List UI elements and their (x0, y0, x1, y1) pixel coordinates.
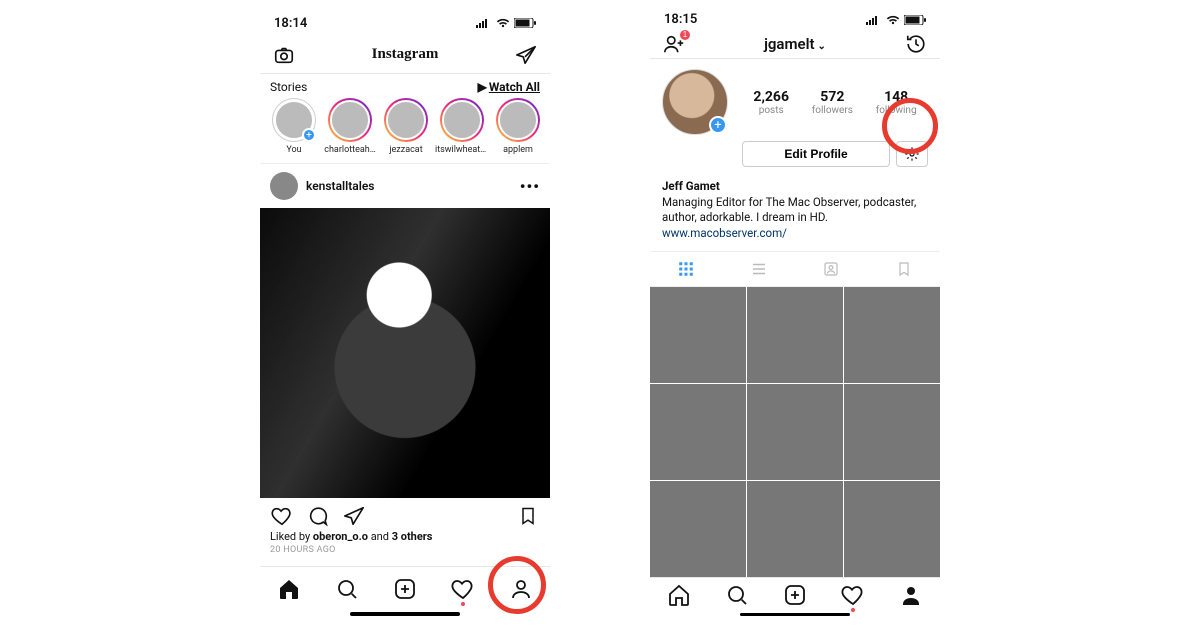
profile-header: + 2,266 posts 572 followers 148 followin… (650, 59, 940, 173)
stories-tray[interactable]: + You charlotteah… jezzacat itswilwheato… (260, 96, 550, 164)
story-item[interactable]: applem (490, 98, 546, 155)
grid-post[interactable] (650, 384, 746, 480)
grid-post[interactable] (650, 481, 746, 577)
stories-header: Stories ▶ Watch All (260, 74, 550, 96)
grid-post[interactable] (747, 384, 843, 480)
edit-profile-button[interactable]: Edit Profile (742, 141, 890, 167)
tab-profile[interactable] (508, 576, 534, 602)
post-image[interactable] (260, 208, 550, 498)
chevron-down-icon: ⌄ (818, 41, 826, 52)
direct-message-icon[interactable] (514, 43, 538, 67)
post-author-avatar[interactable] (270, 172, 298, 200)
battery-icon (514, 18, 536, 28)
post-timestamp: 20 HOURS AGO (260, 543, 550, 559)
tab-activity[interactable] (450, 576, 476, 602)
cellular-icon (476, 18, 492, 28)
tab-search[interactable] (334, 576, 360, 602)
stat-followers[interactable]: 572 followers (812, 89, 853, 116)
stat-following[interactable]: 148 following (876, 89, 917, 116)
status-bar: 18:15 (650, 10, 940, 30)
notification-badge: 1 (679, 29, 691, 41)
story-item[interactable]: itswilwheaton (434, 98, 490, 155)
discover-people-icon[interactable]: 1 (662, 32, 686, 56)
tagged-tab[interactable] (795, 252, 868, 286)
story-item[interactable]: charlotteah… (322, 98, 378, 155)
tab-search[interactable] (724, 582, 750, 608)
status-right (476, 18, 536, 28)
profile-stats: 2,266 posts 572 followers 148 following (742, 89, 928, 116)
cellular-icon (866, 15, 882, 25)
grid-post[interactable] (747, 287, 843, 383)
top-bar: 1 jgamelt⌄ (650, 30, 940, 59)
post-actions (260, 498, 550, 530)
saved-tab[interactable] (868, 252, 941, 286)
stat-posts[interactable]: 2,266 posts (753, 89, 789, 116)
grid-post[interactable] (844, 287, 940, 383)
profile-screen: 18:15 1 jgamelt⌄ + 2,266 posts (650, 10, 940, 620)
grid-view-tab[interactable] (650, 252, 723, 286)
story-you[interactable]: + You (266, 98, 322, 155)
tab-home[interactable] (666, 582, 692, 608)
battery-icon (904, 15, 926, 25)
profile-view-tabs (650, 251, 940, 287)
grid-post[interactable] (844, 384, 940, 480)
profile-bio: Jeff Gamet Managing Editor for The Mac O… (650, 173, 940, 251)
archive-icon[interactable] (904, 32, 928, 56)
status-time: 18:14 (274, 16, 307, 31)
profile-display-name: Jeff Gamet (662, 179, 928, 195)
camera-icon[interactable] (272, 43, 296, 67)
add-story-icon: + (709, 116, 727, 134)
profile-link[interactable]: www.macobserver.com/ (662, 226, 787, 240)
settings-button[interactable] (896, 141, 928, 167)
grid-post[interactable] (650, 287, 746, 383)
home-indicator (350, 612, 460, 616)
like-icon[interactable] (270, 504, 294, 528)
post-author-name[interactable]: kenstalltales (306, 179, 512, 193)
gear-icon (904, 146, 920, 162)
tab-bar (260, 566, 550, 610)
share-icon[interactable] (342, 504, 366, 528)
post-header: kenstalltales ••• (260, 164, 550, 208)
play-icon: ▶ (478, 80, 487, 94)
tab-home[interactable] (276, 576, 302, 602)
profile-bio-text: Managing Editor for The Mac Observer, po… (662, 195, 928, 226)
tab-bar (650, 577, 940, 611)
status-bar: 18:14 (260, 10, 550, 36)
profile-avatar[interactable]: + (662, 69, 728, 135)
watch-all-button[interactable]: ▶ Watch All (478, 80, 540, 94)
activity-badge (461, 602, 465, 606)
feed-screen: 18:14 Instagram Stories ▶ Watch All + Yo… (260, 10, 550, 620)
save-icon[interactable] (516, 504, 540, 528)
profile-username-dropdown[interactable]: jgamelt⌄ (686, 35, 904, 53)
story-item[interactable]: jezzacat (378, 98, 434, 155)
status-time: 18:15 (664, 12, 697, 27)
top-bar: Instagram (260, 36, 550, 74)
activity-badge (851, 608, 855, 612)
wifi-icon (886, 15, 900, 25)
wifi-icon (496, 18, 510, 28)
status-right (866, 15, 926, 25)
stories-label: Stories (270, 80, 307, 94)
grid-post[interactable] (844, 481, 940, 577)
likes-text[interactable]: Liked by oberon_o.o and 3 others (260, 530, 550, 543)
grid-post[interactable] (747, 481, 843, 577)
posts-grid (650, 287, 940, 577)
post-more-icon[interactable]: ••• (520, 177, 540, 196)
app-title: Instagram (296, 46, 514, 63)
tab-new-post[interactable] (392, 576, 418, 602)
comment-icon[interactable] (306, 504, 330, 528)
tab-activity[interactable] (840, 582, 866, 608)
add-story-icon: + (302, 128, 316, 142)
tab-profile[interactable] (898, 582, 924, 608)
list-view-tab[interactable] (723, 252, 796, 286)
tab-new-post[interactable] (782, 582, 808, 608)
home-indicator (740, 613, 850, 616)
